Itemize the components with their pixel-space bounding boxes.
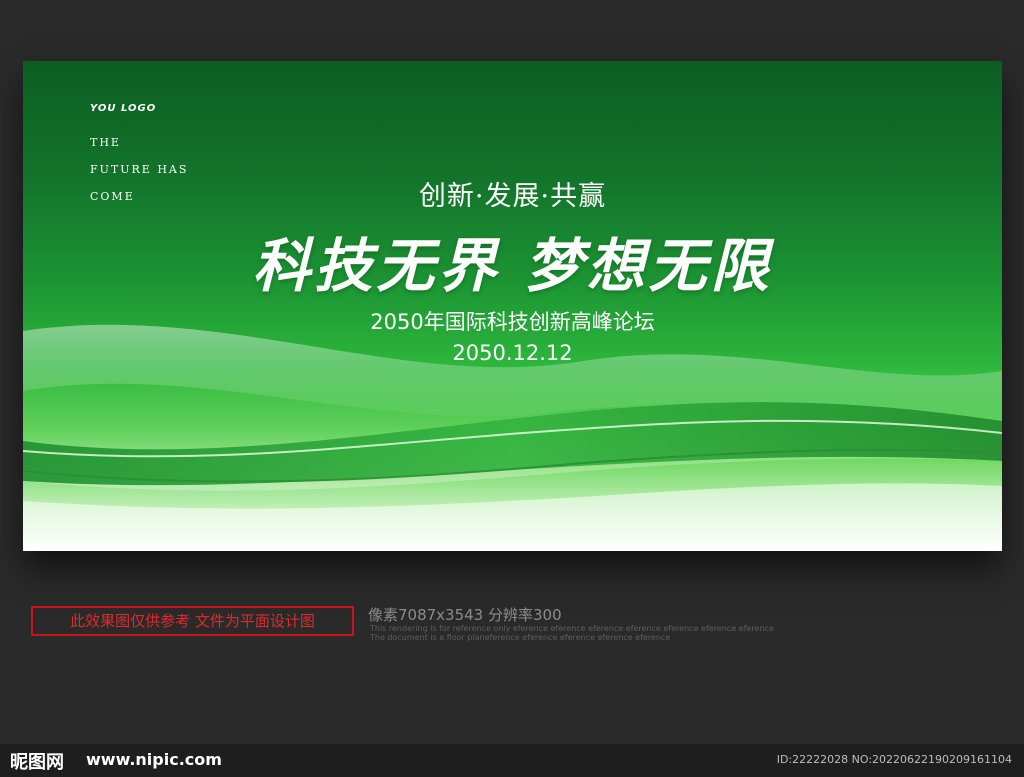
- tagline-line: THE: [90, 136, 121, 149]
- reference-note-line: The document is a floor planeference efe…: [370, 633, 671, 642]
- nipic-logo[interactable]: 昵图网: [10, 748, 64, 774]
- footer-bar: 昵图网 www.nipic.com ID:22222028 NO:2022062…: [0, 744, 1024, 777]
- event-date: 2050.12.12: [452, 341, 573, 365]
- reference-note-line: This rendering is for reference only efe…: [370, 624, 774, 633]
- logo-text: YOU LOGO: [90, 103, 157, 114]
- resolution-info: 像素7087x3543 分辨率300: [368, 606, 562, 624]
- banner-poster: YOU LOGO THE FUTURE HAS COME 创新·发展·共赢 科技…: [23, 61, 1002, 551]
- image-id-text: ID:22222028 NO:20220622190209161104: [776, 753, 1012, 766]
- nipic-url-link[interactable]: www.nipic.com: [86, 750, 222, 769]
- event-subtitle: 2050年国际科技创新高峰论坛: [370, 310, 655, 334]
- reference-notice-box: 此效果图仅供参考 文件为平面设计图: [31, 606, 354, 636]
- headline: 科技无界 梦想无限: [252, 232, 773, 300]
- slogan: 创新·发展·共赢: [418, 181, 607, 212]
